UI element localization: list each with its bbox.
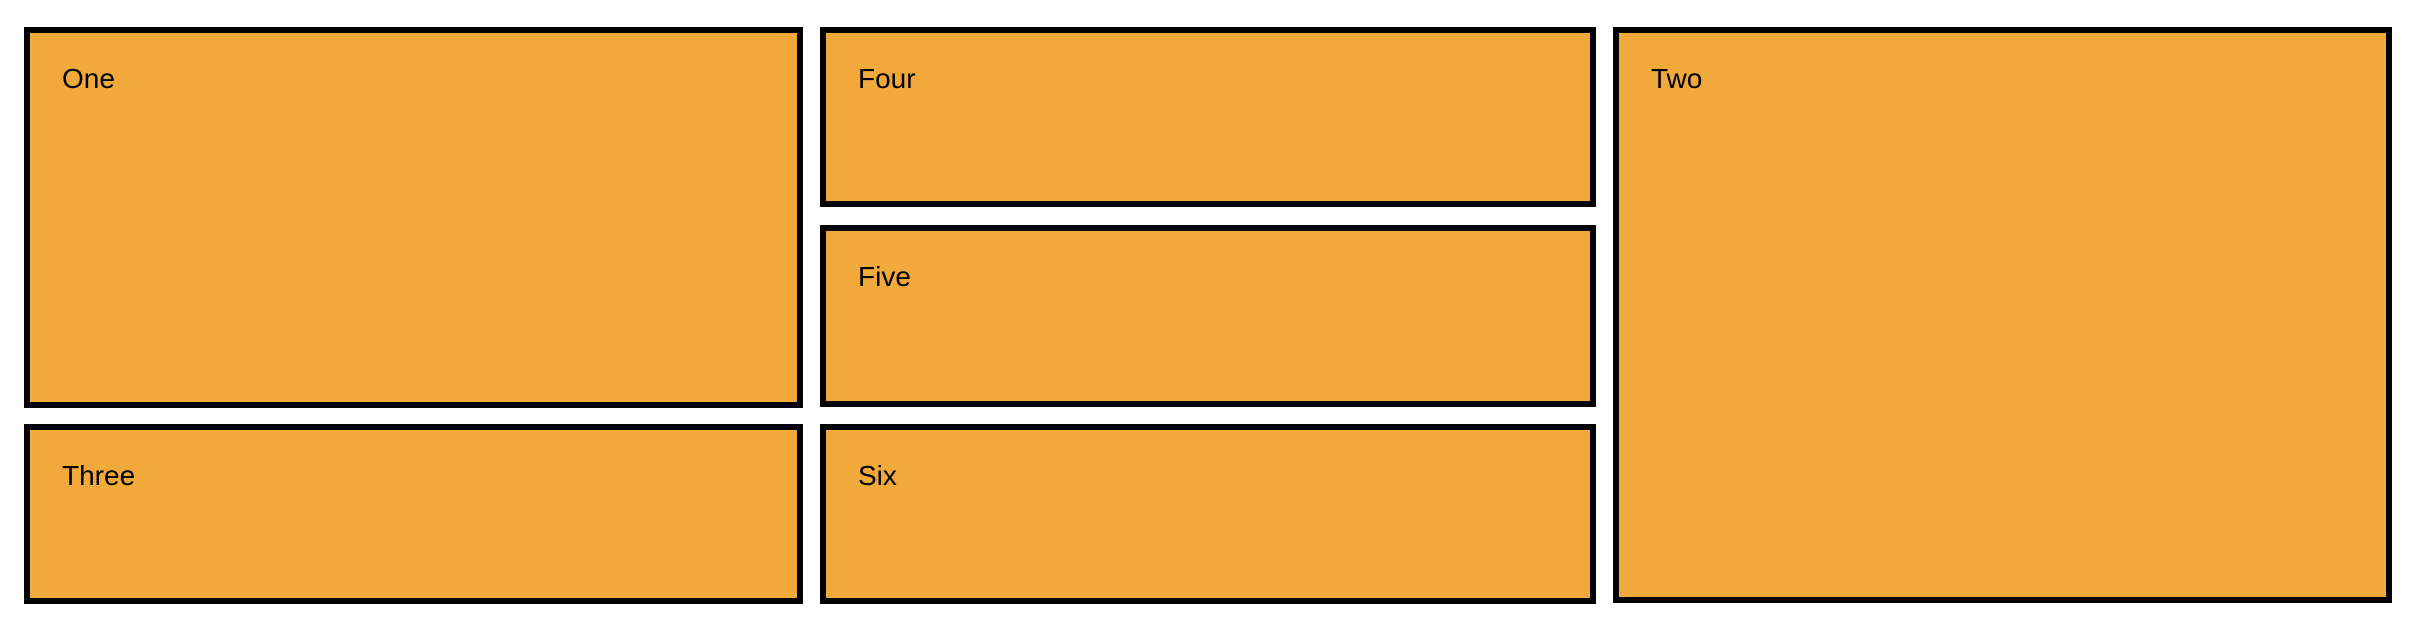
box-one: One <box>24 27 803 408</box>
grid-layout: One Four Five Two Three Six <box>0 0 2418 640</box>
box-three: Three <box>24 424 803 604</box>
box-two-label: Two <box>1651 63 1703 94</box>
box-four: Four <box>820 27 1596 207</box>
box-one-label: One <box>62 63 115 94</box>
box-six: Six <box>820 424 1596 604</box>
box-six-label: Six <box>858 460 897 491</box>
box-five: Five <box>820 225 1596 407</box>
box-three-label: Three <box>62 460 136 491</box>
box-four-label: Four <box>858 63 916 94</box>
box-five-label: Five <box>858 261 911 292</box>
box-two: Two <box>1613 27 2392 603</box>
